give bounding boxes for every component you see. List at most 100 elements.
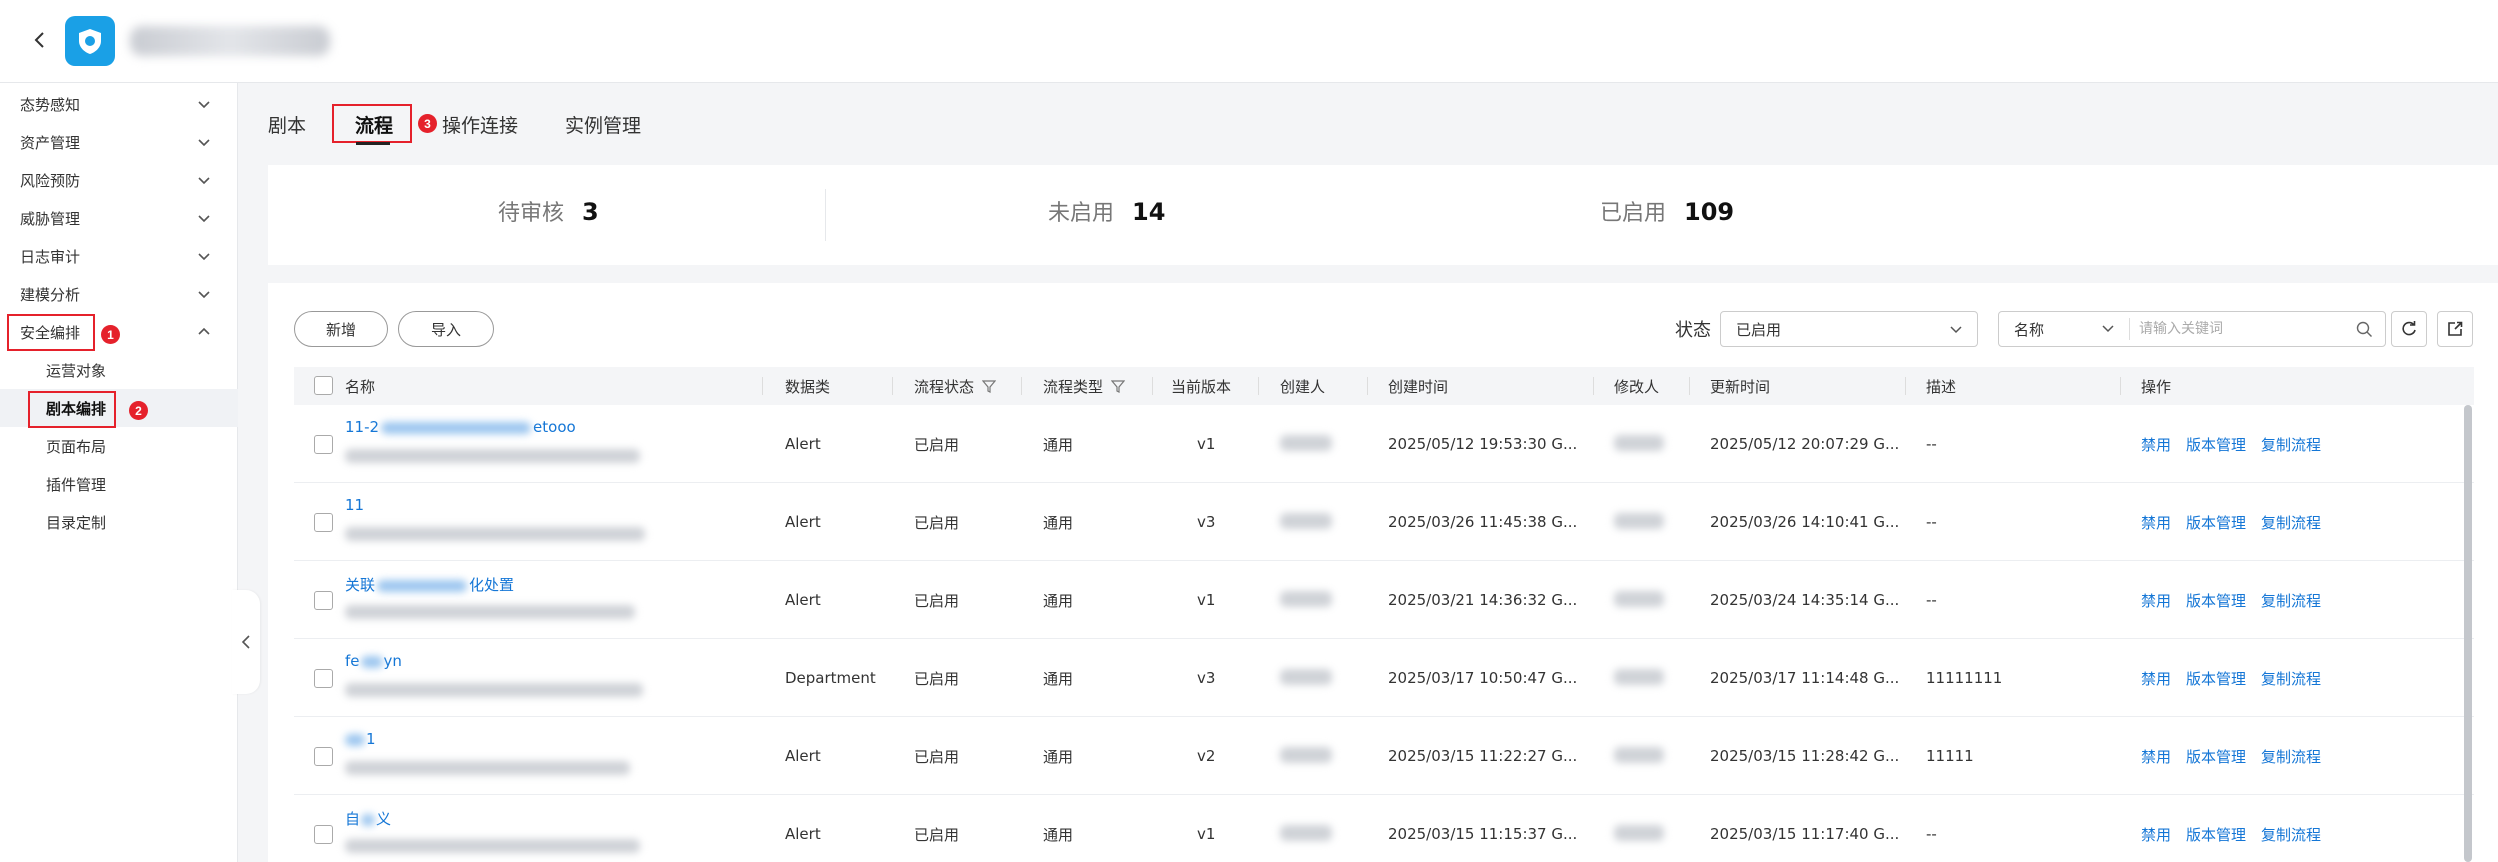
process-name-link[interactable]: 1 — [345, 730, 376, 748]
column-header-description[interactable]: 描述 — [1926, 367, 1956, 405]
tab-operation-connections[interactable]: 操作连接 — [442, 111, 518, 138]
redacted-creator — [1280, 513, 1332, 529]
copy-process-link[interactable]: 复制流程 — [2261, 746, 2321, 767]
column-header-data-class[interactable]: 数据类 — [785, 367, 830, 405]
row-checkbox[interactable] — [314, 669, 333, 688]
sidebar-item-modeling[interactable]: 建模分析 — [0, 275, 238, 313]
refresh-icon — [2402, 321, 2416, 336]
column-separator — [762, 377, 763, 395]
table-row[interactable]: 关联 化处置 Alert 已启用 通用 v1 2025/03/21 14:36:3… — [294, 561, 2474, 639]
cell-description: -- — [1926, 513, 1937, 531]
sidebar-collapse-button[interactable] — [232, 590, 260, 694]
table-row[interactable]: 1 Alert 已启用 通用 v2 2025/03/15 11:22:27 G.… — [294, 717, 2474, 795]
tab-instance-management[interactable]: 实例管理 — [565, 111, 641, 138]
copy-process-link[interactable]: 复制流程 — [2261, 434, 2321, 455]
cell-description: 11111111 — [1926, 669, 2003, 687]
tab-process[interactable]: 流程 — [355, 111, 393, 138]
select-all-checkbox[interactable] — [314, 376, 333, 395]
row-checkbox[interactable] — [314, 513, 333, 532]
cell-created-time: 2025/05/12 19:53:30 G... — [1388, 435, 1578, 453]
copy-process-link[interactable]: 复制流程 — [2261, 824, 2321, 845]
column-header-label: 流程类型 — [1043, 377, 1104, 396]
sidebar-item-log-audit[interactable]: 日志审计 — [0, 237, 238, 275]
disable-link[interactable]: 禁用 — [2141, 434, 2171, 455]
disable-link[interactable]: 禁用 — [2141, 512, 2171, 533]
tab-playbook[interactable]: 剧本 — [268, 111, 306, 138]
disable-link[interactable]: 禁用 — [2141, 668, 2171, 689]
table-row[interactable]: fe yn Department 已启用 通用 v3 2025/03/17 10:… — [294, 639, 2474, 717]
stat-enabled[interactable]: 已启用 109 — [1600, 195, 1734, 227]
search-box: 名称 — [1998, 311, 2386, 347]
row-checkbox[interactable] — [314, 435, 333, 454]
status-select[interactable]: 已启用 — [1720, 311, 1978, 347]
sidebar-subitem-label: 目录定制 — [46, 513, 107, 532]
process-name-tail: etooo — [533, 418, 576, 436]
redacted-modifier — [1614, 669, 1664, 685]
process-name-link[interactable]: 自义 — [345, 808, 391, 829]
disable-link[interactable]: 禁用 — [2141, 746, 2171, 767]
version-management-link[interactable]: 版本管理 — [2186, 668, 2246, 689]
export-button[interactable] — [2437, 311, 2473, 347]
import-button[interactable]: 导入 — [398, 311, 494, 347]
stat-label: 待审核 — [498, 201, 565, 226]
filter-icon[interactable] — [1111, 379, 1126, 393]
sidebar-item-threat[interactable]: 威胁管理 — [0, 199, 238, 237]
row-checkbox[interactable] — [314, 747, 333, 766]
sidebar-subitem-operation-objects[interactable]: 运营对象 — [0, 351, 238, 389]
add-button[interactable]: 新增 — [294, 311, 388, 347]
copy-process-link[interactable]: 复制流程 — [2261, 512, 2321, 533]
version-management-link[interactable]: 版本管理 — [2186, 824, 2246, 845]
search-icon[interactable] — [2356, 321, 2373, 338]
process-name-head: 关联 — [345, 576, 376, 594]
sidebar-subitem-playbook[interactable]: 剧本编排 — [0, 389, 238, 427]
table-row[interactable]: 11 Alert 已启用 通用 v3 2025/03/26 11:45:38 G… — [294, 483, 2474, 561]
disable-link[interactable]: 禁用 — [2141, 590, 2171, 611]
process-name-link[interactable]: 关联 化处置 — [345, 574, 514, 595]
table-row[interactable]: 自义 Alert 已启用 通用 v1 2025/03/15 11:15:37 G… — [294, 795, 2474, 862]
refresh-button[interactable] — [2391, 311, 2427, 347]
sidebar-item-risk[interactable]: 风险预防 — [0, 161, 238, 199]
version-management-link[interactable]: 版本管理 — [2186, 590, 2246, 611]
search-field-select[interactable]: 名称 — [1999, 311, 2129, 347]
sidebar-item-assets[interactable]: 资产管理 — [0, 123, 238, 161]
column-header-updated-time[interactable]: 更新时间 — [1710, 367, 1770, 405]
version-management-link[interactable]: 版本管理 — [2186, 434, 2246, 455]
column-header-creator[interactable]: 创建人 — [1280, 367, 1325, 405]
cell-updated-time: 2025/03/17 11:14:48 G... — [1710, 669, 1900, 687]
redacted-modifier — [1614, 825, 1664, 841]
sidebar-item-situation[interactable]: 态势感知 — [0, 85, 238, 123]
version-management-link[interactable]: 版本管理 — [2186, 746, 2246, 767]
sidebar-subitem-catalog[interactable]: 目录定制 — [0, 503, 238, 541]
process-name-link[interactable]: fe yn — [345, 652, 402, 670]
table-scrollbar[interactable] — [2464, 405, 2472, 862]
column-header-process-status[interactable]: 流程状态 — [914, 367, 997, 405]
redacted-creator — [1280, 747, 1332, 763]
sidebar-subitem-page-layout[interactable]: 页面布局 — [0, 427, 238, 465]
copy-process-link[interactable]: 复制流程 — [2261, 668, 2321, 689]
disable-link[interactable]: 禁用 — [2141, 824, 2171, 845]
row-checkbox[interactable] — [314, 825, 333, 844]
sidebar-subitem-plugins[interactable]: 插件管理 — [0, 465, 238, 503]
cell-process-status: 已启用 — [914, 669, 960, 688]
column-header-current-version[interactable]: 当前版本 — [1171, 367, 1231, 405]
back-button[interactable] — [24, 24, 56, 56]
redacted-creator — [1280, 591, 1332, 607]
column-header-modifier[interactable]: 修改人 — [1614, 367, 1659, 405]
version-management-link[interactable]: 版本管理 — [2186, 512, 2246, 533]
stat-disabled[interactable]: 未启用 14 — [1048, 195, 1165, 227]
cell-version: v3 — [1197, 669, 1216, 687]
stat-pending-review[interactable]: 待审核 3 — [498, 195, 599, 227]
row-checkbox[interactable] — [314, 591, 333, 610]
process-name-link[interactable]: 11 — [345, 496, 364, 514]
column-header-process-type[interactable]: 流程类型 — [1043, 367, 1126, 405]
table-row[interactable]: 11-2 etooo Alert 已启用 通用 v1 2025/05/12 19:… — [294, 405, 2474, 483]
redacted-text — [377, 579, 468, 592]
column-header-name[interactable]: 名称 — [345, 367, 375, 405]
cell-updated-time: 2025/03/26 14:10:41 G... — [1710, 513, 1900, 531]
process-name-link[interactable]: 11-2 etooo — [345, 418, 576, 436]
filter-icon[interactable] — [982, 379, 997, 393]
column-header-created-time[interactable]: 创建时间 — [1388, 367, 1448, 405]
column-separator — [892, 377, 893, 395]
copy-process-link[interactable]: 复制流程 — [2261, 590, 2321, 611]
search-input[interactable] — [2139, 318, 2339, 340]
